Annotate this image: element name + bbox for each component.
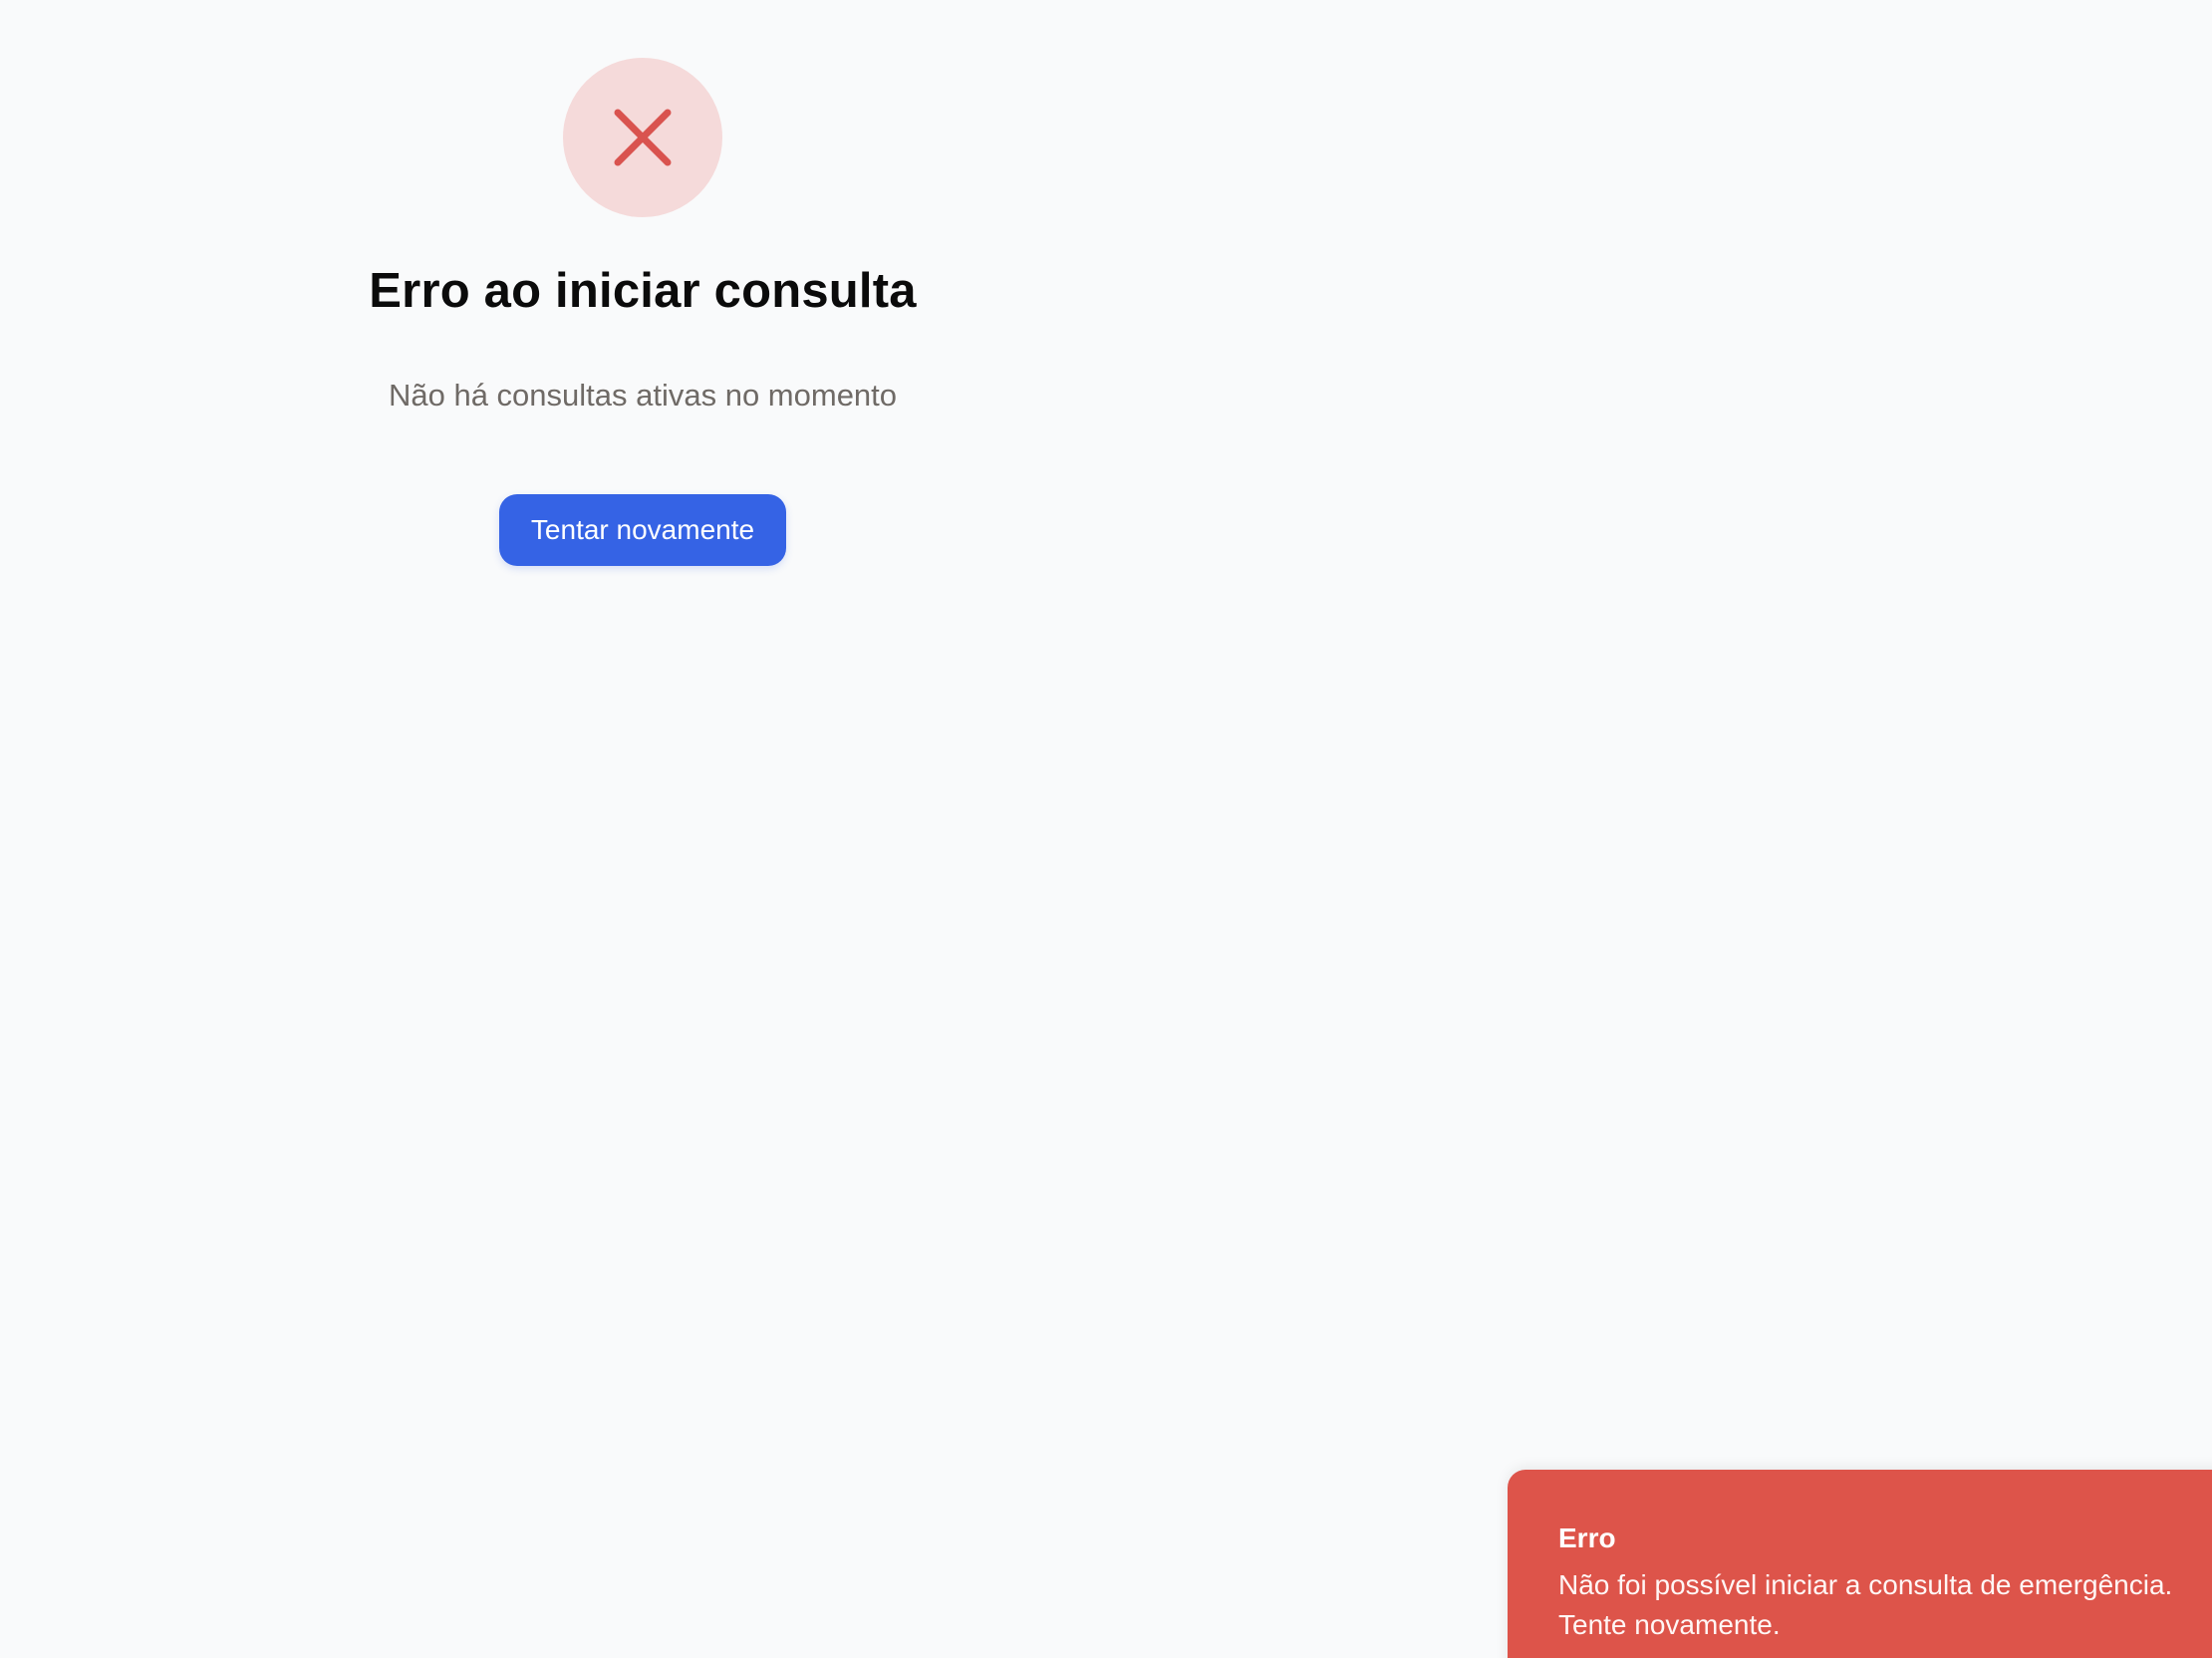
toast-title: Erro	[1558, 1522, 1616, 1553]
close-icon	[614, 109, 672, 166]
error-subtitle: Não há consultas ativas no momento	[388, 377, 898, 413]
error-page: Erro ao iniciar consulta Não há consulta…	[0, 0, 2212, 1658]
error-title: Erro ao iniciar consulta	[369, 264, 917, 318]
error-toast: Erro Não foi possível iniciar a consulta…	[1508, 1470, 2212, 1658]
toast-message: Não foi possível iniciar a consulta de e…	[1558, 1568, 2173, 1640]
error-panel: Erro ao iniciar consulta Não há consulta…	[179, 58, 1106, 566]
error-icon-circle	[563, 58, 722, 217]
retry-button[interactable]: Tentar novamente	[498, 493, 787, 566]
